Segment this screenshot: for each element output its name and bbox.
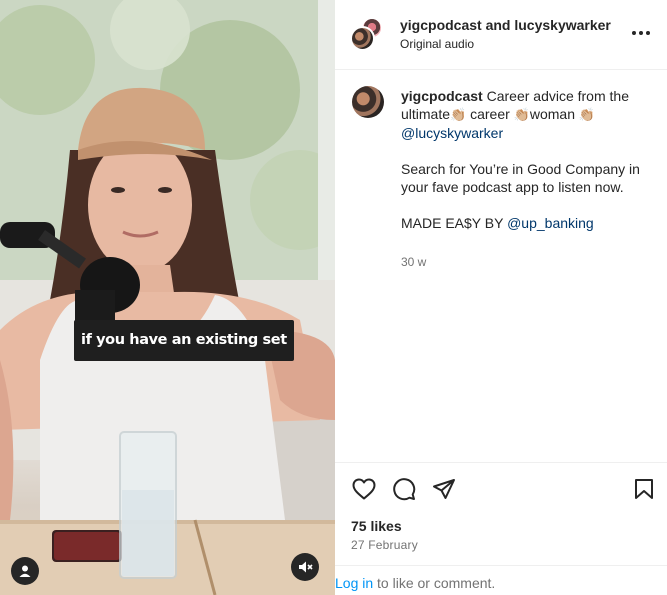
send-icon[interactable] — [432, 478, 456, 500]
mute-button[interactable] — [291, 553, 319, 581]
clap-emoji: 👏🏼 — [578, 107, 596, 122]
actions-divider — [335, 462, 667, 463]
person-icon — [19, 565, 31, 577]
author-names[interactable]: yigcpodcast and lucyskywarker — [400, 17, 611, 33]
caption-paragraph-2: Search for You’re in Good Company in you… — [401, 161, 640, 195]
caption-username[interactable]: yigcpodcast — [401, 88, 483, 104]
caption-avatar[interactable] — [352, 86, 384, 118]
likes-count[interactable]: 75 likes — [351, 518, 402, 534]
video-player[interactable]: if you have an existing set — [0, 0, 335, 595]
comment-icon[interactable] — [392, 477, 416, 501]
author-avatar[interactable] — [350, 26, 375, 51]
footer-divider — [335, 565, 667, 566]
clap-emoji: 👏🏼 — [513, 107, 530, 122]
more-horizontal-icon — [632, 31, 636, 35]
audio-label[interactable]: Original audio — [400, 37, 474, 51]
video-caption: if you have an existing set — [74, 320, 294, 361]
heart-icon[interactable] — [352, 478, 376, 500]
more-options-button[interactable] — [632, 26, 652, 40]
login-prompt: Log in to like or comment. — [335, 575, 495, 591]
caption-word-career: career — [470, 106, 510, 122]
login-rest: to like or comment. — [377, 575, 496, 591]
header-divider — [335, 69, 667, 70]
caption-paragraph-3: MADE EA$Y BY — [401, 215, 504, 231]
speaker-muted-icon — [299, 561, 313, 573]
login-link[interactable]: Log in — [335, 575, 373, 591]
bookmark-icon[interactable] — [634, 478, 654, 500]
mention-link-up-banking[interactable]: @up_banking — [507, 215, 594, 231]
post-caption: yigcpodcast Career advice from the ultim… — [401, 87, 651, 232]
tagged-users-button[interactable] — [11, 557, 39, 585]
post-time-ago[interactable]: 30 w — [401, 255, 426, 269]
post-panel: yigcpodcast and lucyskywarker Original a… — [335, 0, 667, 595]
mention-link[interactable]: @lucyskywarker — [401, 125, 503, 141]
caption-word-woman: woman — [529, 106, 576, 122]
clap-emoji: 👏🏼 — [450, 107, 467, 122]
post-date: 27 February — [351, 538, 418, 552]
video-frame — [0, 0, 335, 595]
